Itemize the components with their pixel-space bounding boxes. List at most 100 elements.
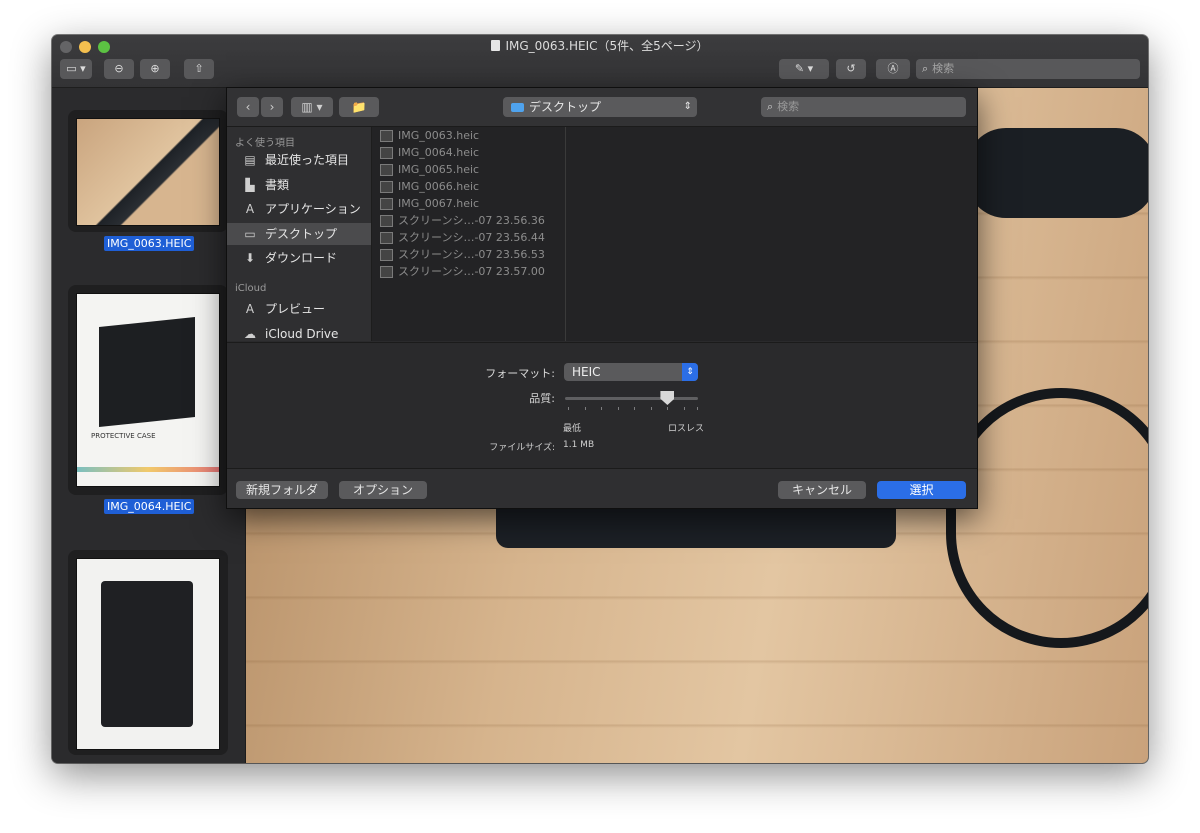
file-row[interactable]: スクリーンシ…-07 23.56.44 xyxy=(372,229,565,246)
photo-cable xyxy=(966,128,1148,218)
file-row[interactable]: IMG_0067.heic xyxy=(372,195,565,212)
file-name: スクリーンシ…-07 23.57.00 xyxy=(398,265,545,278)
sidebar-item-label: プレビュー xyxy=(265,302,326,316)
thumbnail-label-2[interactable]: IMG_0064.HEIC xyxy=(104,499,195,514)
thumbnail-1[interactable] xyxy=(68,110,228,232)
format-popup[interactable]: HEIC ⇕ xyxy=(564,363,698,381)
markup-pen-button[interactable]: ✎ ▾ xyxy=(779,59,829,79)
file-row[interactable]: IMG_0064.heic xyxy=(372,144,565,161)
markup-icon: Ⓐ xyxy=(887,62,899,75)
slider-tick xyxy=(684,407,685,410)
file-name: スクリーンシ…-07 23.56.36 xyxy=(398,214,545,227)
screenshot-file-icon xyxy=(380,266,393,278)
zoom-out-button[interactable]: ⊖ xyxy=(104,59,134,79)
file-row[interactable]: スクリーンシ…-07 23.57.00 xyxy=(372,263,565,280)
quality-label: 品質: xyxy=(529,392,555,405)
image-file-icon xyxy=(380,130,393,142)
sidebar-icon: ▭ ▾ xyxy=(66,62,86,75)
image-file-icon xyxy=(380,181,393,193)
sidebar-item-label: iCloud Drive xyxy=(265,327,339,341)
case-photo xyxy=(99,316,195,428)
file-row[interactable]: スクリーンシ…-07 23.56.36 xyxy=(372,212,565,229)
documents-icon: ▙ xyxy=(245,178,255,192)
markup-toolbar-button[interactable]: Ⓐ xyxy=(876,59,910,79)
dialog-toolbar: ‹ › ▥ ▾ 📁 デスクトップ ⇕ ⌕ 検索 xyxy=(227,88,977,127)
quality-max-label: ロスレス xyxy=(668,424,705,434)
file-row[interactable]: スクリーンシ…-07 23.56.53 xyxy=(372,246,565,263)
sidebar-item-downloads[interactable]: ⬇ ダウンロード xyxy=(227,247,371,269)
quality-min-label: 最低 xyxy=(563,424,582,434)
image-file-icon xyxy=(380,198,393,210)
file-browser-column: IMG_0063.heic IMG_0064.heic IMG_0065.hei… xyxy=(372,127,566,341)
file-row[interactable]: IMG_0066.heic xyxy=(372,178,565,195)
case-photo-closed xyxy=(101,581,193,727)
slider-tick xyxy=(618,407,619,410)
stripe xyxy=(77,467,219,472)
columns-icon: ▥ ▾ xyxy=(301,100,323,114)
screenshot-file-icon xyxy=(380,232,393,244)
window-title: IMG_0063.HEIC（5件、全5ページ） xyxy=(52,38,1148,54)
dialog-sidebar: よく使う項目 ▤ 最近使った項目 ▙ 書類 A アプリケーション ▭ デスクトップ ⬇ ダ… xyxy=(227,127,372,341)
sidebar-item-applications[interactable]: A アプリケーション xyxy=(227,198,371,220)
new-folder-button[interactable]: 新規フォルダ xyxy=(236,481,328,499)
file-name: スクリーンシ…-07 23.56.53 xyxy=(398,248,545,261)
sidebar-item-preview[interactable]: A プレビュー xyxy=(227,298,371,320)
filesize-label: ファイルサイズ: xyxy=(489,443,555,453)
slider-tick xyxy=(697,407,698,410)
toolbar-search-field[interactable]: ⌕ 検索 xyxy=(916,59,1140,79)
slider-tick xyxy=(634,407,635,410)
file-name: IMG_0067.heic xyxy=(398,197,480,210)
slider-tick xyxy=(601,407,602,410)
thumbnail-3[interactable] xyxy=(68,550,228,755)
image-file-icon xyxy=(380,147,393,159)
zoom-in-button[interactable]: ⊕ xyxy=(140,59,170,79)
choose-button[interactable]: 選択 xyxy=(877,481,966,499)
thumbnail-label-1[interactable]: IMG_0063.HEIC xyxy=(104,236,195,251)
new-folder-toolbar-button[interactable]: 📁 xyxy=(339,97,379,117)
thumbnail-2[interactable]: PROTECTIVE CASE xyxy=(68,285,228,495)
search-icon: ⌕ xyxy=(922,62,929,75)
zoom-out-icon: ⊖ xyxy=(114,62,124,75)
dialog-search-field[interactable]: ⌕ 検索 xyxy=(761,97,966,117)
location-popup[interactable]: デスクトップ ⇕ xyxy=(503,97,697,117)
sidebar-item-label: ダウンロード xyxy=(265,251,338,265)
image-file-icon xyxy=(380,164,393,176)
export-dialog: ‹ › ▥ ▾ 📁 デスクトップ ⇕ ⌕ 検索 よく使う項目 ▤ 最近使った項目 ▙… xyxy=(226,87,978,509)
desktop-folder-icon xyxy=(511,103,524,112)
cancel-button[interactable]: キャンセル xyxy=(778,481,866,499)
sidebar-item-label: デスクトップ xyxy=(265,227,338,241)
rotate-icon: ↺ xyxy=(846,62,856,75)
sidebar-item-documents[interactable]: ▙ 書類 xyxy=(227,174,371,196)
file-name: IMG_0063.heic xyxy=(398,129,480,142)
sidebar-item-recents[interactable]: ▤ 最近使った項目 xyxy=(227,149,371,171)
file-row[interactable]: IMG_0065.heic xyxy=(372,161,565,178)
chevron-right-icon: › xyxy=(269,100,275,114)
sidebar-item-icloud-drive[interactable]: ☁ iCloud Drive xyxy=(227,323,371,341)
share-button[interactable]: ⇧ xyxy=(184,59,214,79)
screenshot-file-icon xyxy=(380,249,393,261)
file-row[interactable]: IMG_0063.heic xyxy=(372,127,565,144)
forward-button[interactable]: › xyxy=(261,97,283,117)
view-mode-button[interactable]: ▥ ▾ xyxy=(291,97,333,117)
folder-icon: 📁 xyxy=(351,100,367,114)
pen-icon: ✎ ▾ xyxy=(794,62,814,75)
title-bar: IMG_0063.HEIC（5件、全5ページ） ▭ ▾ ⊖ ⊕ ⇧ ✎ ▾ ↺ … xyxy=(52,35,1148,88)
dialog-search-placeholder: 検索 xyxy=(777,100,800,113)
dialog-button-bar: 新規フォルダ オプション キャンセル 選択 xyxy=(227,468,977,508)
thumbnail-sidebar: IMG_0063.HEIC PROTECTIVE CASE IMG_0064.H… xyxy=(52,88,246,763)
file-name: スクリーンシ…-07 23.56.44 xyxy=(398,231,545,244)
search-icon: ⌕ xyxy=(767,100,774,113)
quality-slider-thumb[interactable] xyxy=(660,391,675,405)
back-button[interactable]: ‹ xyxy=(237,97,259,117)
section-header-favorites: よく使う項目 xyxy=(235,138,295,149)
preview-icon: A xyxy=(245,302,255,316)
rotate-button[interactable]: ↺ xyxy=(836,59,866,79)
slider-tick xyxy=(651,407,652,410)
quality-slider[interactable] xyxy=(565,397,698,400)
toolbar-search-placeholder: 検索 xyxy=(932,62,955,75)
sidebar-toggle-button[interactable]: ▭ ▾ xyxy=(60,59,92,79)
location-label: デスクトップ xyxy=(529,100,602,114)
sidebar-item-desktop[interactable]: ▭ デスクトップ xyxy=(227,223,371,245)
slider-tick xyxy=(585,407,586,410)
options-button[interactable]: オプション xyxy=(339,481,427,499)
